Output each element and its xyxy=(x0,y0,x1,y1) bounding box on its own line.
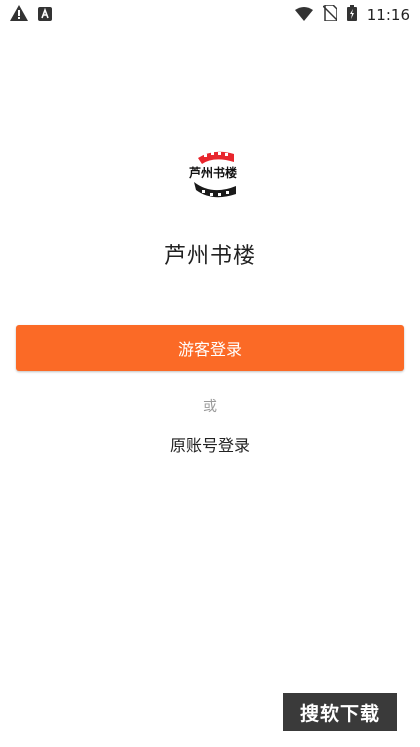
status-right-icons: 11:16 xyxy=(294,4,410,25)
app-title: 芦州书楼 xyxy=(163,244,256,269)
font-a-icon xyxy=(38,6,52,25)
warning-icon xyxy=(10,5,28,25)
status-left-icons xyxy=(10,5,52,25)
no-sim-icon xyxy=(322,4,338,25)
guest-login-button[interactable]: 游客登录 xyxy=(16,325,404,371)
or-divider-text: 或 xyxy=(203,399,217,415)
status-bar: 11:16 xyxy=(0,0,420,30)
app-logo: 芦州书楼 xyxy=(184,148,242,200)
watermark: 搜软下载 xyxy=(283,693,397,731)
original-account-login-link[interactable]: 原账号登录 xyxy=(0,432,420,456)
battery-charging-icon xyxy=(346,5,357,25)
clock: 11:16 xyxy=(366,6,410,24)
app-logo-text: 芦州书楼 xyxy=(188,166,237,180)
wifi-icon xyxy=(294,6,313,25)
